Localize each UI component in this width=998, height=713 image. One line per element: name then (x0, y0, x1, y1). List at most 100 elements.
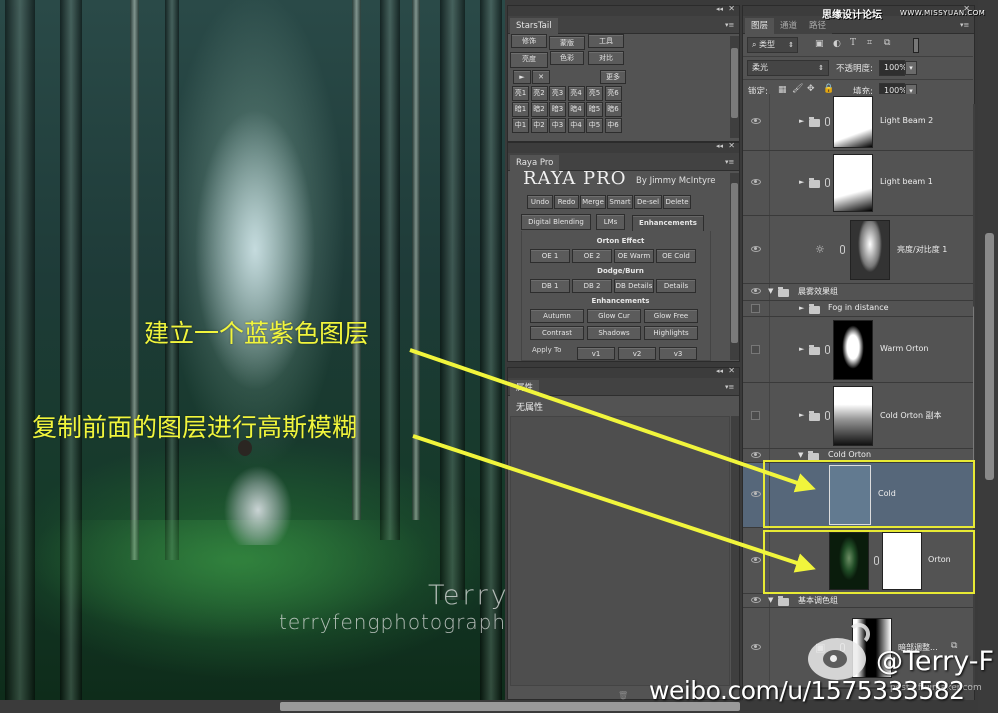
caret-right-icon[interactable]: ► (799, 345, 804, 353)
visibility-checkbox[interactable] (751, 411, 760, 420)
close-icon[interactable]: ✕ (728, 141, 735, 150)
raya-orton-button[interactable]: OE Warm (614, 249, 654, 263)
filter-kind-select[interactable]: ⌕ 类型 ⇕ (747, 37, 798, 53)
raya-dodge-button[interactable]: DB 1 (530, 279, 570, 293)
filter-pixel-icon[interactable]: ▣ (815, 39, 824, 49)
starstail-preset-button[interactable]: 暗3 (549, 102, 566, 117)
raya-action-button[interactable]: Merge (580, 195, 606, 209)
caret-down-icon[interactable]: ▼ (768, 287, 773, 295)
lock-paint-brush-icon[interactable]: 🖌 (792, 84, 803, 94)
blend-mode-select[interactable]: 柔光 ⇕ (747, 60, 829, 76)
link-icon[interactable] (825, 411, 830, 420)
caret-right-icon[interactable]: ► (799, 304, 804, 312)
layer-row[interactable]: ► Cold Orton 副本 (743, 383, 973, 449)
raya-action-button[interactable]: De-sel (634, 195, 662, 209)
starstail-btn-tools[interactable]: 工具 (588, 34, 624, 48)
raya-action-button[interactable]: Smart (607, 195, 633, 209)
starstail-preset-button[interactable]: 中2 (530, 118, 548, 133)
play-action-button[interactable]: ► (513, 70, 531, 84)
lock-move-icon[interactable]: ✥ (807, 84, 815, 94)
visibility-checkbox[interactable] (751, 304, 760, 313)
starstail-btn-contrast[interactable]: 对比 (588, 51, 624, 65)
filter-smart-object-icon[interactable]: ⧉ (884, 38, 890, 48)
raya-orton-button[interactable]: OE 1 (530, 249, 570, 263)
starstail-preset-button[interactable]: 亮6 (604, 86, 622, 101)
stop-action-button[interactable]: ✕ (532, 70, 550, 84)
starstail-preset-button[interactable]: 中3 (549, 118, 566, 133)
starstail-preset-button[interactable]: 暗6 (604, 102, 622, 117)
starstail-preset-button[interactable]: 中6 (604, 118, 622, 133)
eye-icon[interactable] (751, 288, 761, 294)
link-icon[interactable] (825, 117, 830, 126)
layer-row[interactable]: ☼ 亮度/对比度 1 (743, 216, 973, 284)
raya-enh1-button[interactable]: Glow Cur (587, 309, 641, 323)
raya-scroll-thumb[interactable] (731, 183, 738, 343)
raya-action-button[interactable]: Undo (527, 195, 553, 209)
raya-enh2-button[interactable]: Contrast (530, 326, 584, 340)
apply-to-button[interactable]: v2 (618, 347, 656, 360)
layer-row[interactable]: ▼ Cold Orton (743, 449, 973, 463)
eye-icon[interactable] (751, 246, 761, 252)
raya-orton-button[interactable]: OE 2 (572, 249, 612, 263)
caret-right-icon[interactable]: ► (799, 178, 804, 186)
panel-menu-icon[interactable]: ▾≡ (725, 383, 735, 391)
starstail-preset-button[interactable]: 暗5 (586, 102, 603, 117)
panel-menu-icon[interactable]: ▾≡ (960, 21, 970, 29)
layer-row[interactable]: Orton (743, 528, 973, 594)
raya-subtab[interactable]: LMs (596, 214, 625, 230)
tab-channels[interactable]: 通道 (774, 18, 804, 34)
starstail-scroll-thumb[interactable] (731, 48, 738, 118)
raya-enh2-button[interactable]: Highlights (644, 326, 698, 340)
raya-dodge-button[interactable]: DB Details (614, 279, 654, 293)
layer-row[interactable]: ► Fog in distance (743, 301, 973, 317)
filter-shape-icon[interactable]: ⌗ (867, 38, 872, 48)
more-button[interactable]: 更多 (600, 70, 626, 84)
caret-right-icon[interactable]: ► (799, 117, 804, 125)
starstail-preset-button[interactable]: 暗4 (567, 102, 585, 117)
starstail-preset-button[interactable]: 亮5 (586, 86, 603, 101)
starstail-preset-button[interactable]: 暗2 (530, 102, 548, 117)
collapse-icon[interactable]: ◂◂ (716, 142, 723, 150)
starstail-preset-button[interactable]: 亮4 (567, 86, 585, 101)
starstail-preset-button[interactable]: 中5 (586, 118, 603, 133)
link-icon[interactable] (874, 556, 879, 565)
caret-right-icon[interactable]: ► (799, 411, 804, 419)
starstail-btn-brightness[interactable]: 亮度 (510, 52, 548, 68)
panel-menu-icon[interactable]: ▾≡ (725, 158, 735, 166)
raya-enh2-button[interactable]: Shadows (587, 326, 641, 340)
lock-all-icon[interactable]: 🔒 (823, 84, 834, 94)
layer-row[interactable]: ▼ 基本调色组 (743, 594, 973, 608)
tab-layers[interactable]: 图层 (745, 18, 775, 34)
panel-menu-icon[interactable]: ▾≡ (725, 21, 735, 29)
filter-type-icon[interactable]: T (850, 38, 856, 48)
raya-orton-button[interactable]: OE Cold (656, 249, 696, 263)
close-icon[interactable]: ✕ (728, 4, 735, 13)
raya-subtab[interactable]: Enhancements (632, 215, 704, 231)
eye-icon[interactable] (751, 557, 761, 563)
eye-icon[interactable] (751, 491, 761, 497)
raya-action-button[interactable]: Redo (554, 195, 579, 209)
filter-adjustment-icon[interactable]: ◐ (833, 39, 841, 49)
starstail-preset-button[interactable]: 中1 (512, 118, 529, 133)
close-icon[interactable]: ✕ (728, 366, 735, 375)
opacity-dropdown[interactable]: ▾ (905, 61, 917, 75)
starstail-preset-button[interactable]: 亮1 (512, 86, 529, 101)
properties-scrollbar[interactable] (731, 416, 739, 686)
starstail-btn-retouch[interactable]: 修饰 (511, 34, 547, 48)
trash-icon[interactable]: 🗑 (618, 691, 628, 700)
link-icon[interactable] (840, 245, 845, 254)
eye-icon[interactable] (751, 118, 761, 124)
eye-icon[interactable] (751, 452, 761, 458)
apply-to-button[interactable]: v1 (577, 347, 615, 360)
collapse-icon[interactable]: ◂◂ (716, 5, 723, 13)
filter-toggle[interactable] (913, 38, 919, 53)
layer-row[interactable]: Cold (743, 463, 973, 528)
opacity-input[interactable]: 100% (879, 60, 907, 76)
raya-dodge-button[interactable]: Details (656, 279, 696, 293)
starstail-btn-mask[interactable]: 蒙版 (549, 36, 585, 50)
layer-row[interactable]: ▼ 晨雾效果组 (743, 284, 973, 301)
starstail-preset-button[interactable]: 中4 (567, 118, 585, 133)
starstail-preset-button[interactable]: 亮2 (530, 86, 548, 101)
dock-scroll-thumb[interactable] (985, 233, 994, 480)
raya-action-button[interactable]: Delete (663, 195, 691, 209)
